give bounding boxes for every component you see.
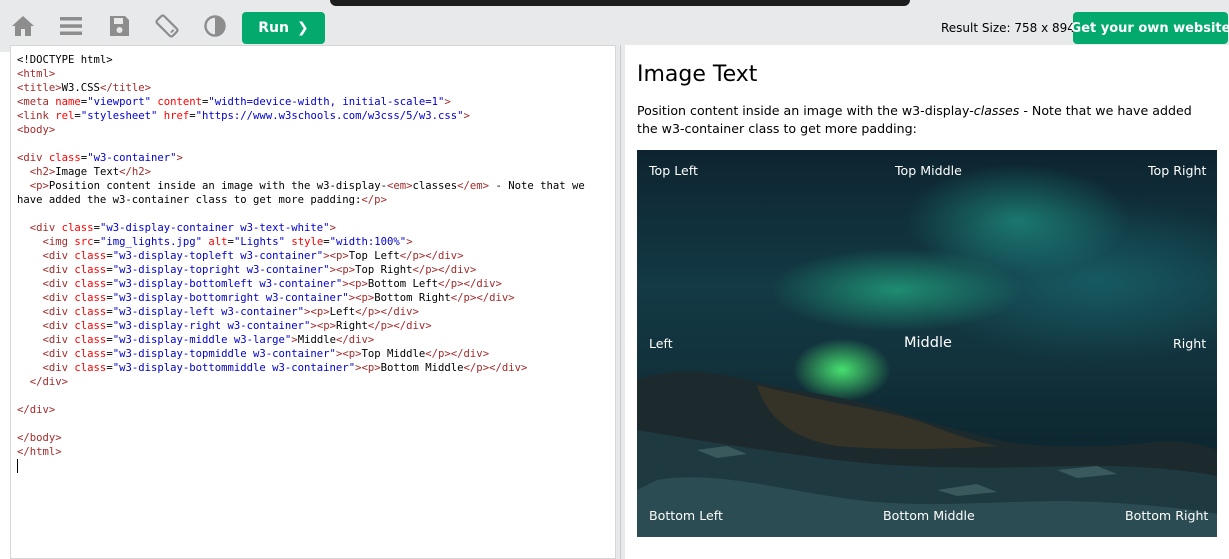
label-bottom-right: Bottom Right bbox=[1125, 508, 1209, 523]
code-editor[interactable]: <!DOCTYPE html> <html> <title>W3.CSS</titl… bbox=[10, 45, 616, 559]
code-line[interactable]: <p>Position content inside an image with… bbox=[17, 179, 585, 193]
code-line[interactable]: ​ bbox=[17, 417, 585, 431]
para-em: classes bbox=[973, 103, 1020, 118]
save-icon[interactable] bbox=[106, 13, 132, 39]
result-heading: Image Text bbox=[637, 62, 758, 87]
code-line[interactable]: <h2>Image Text</h2> bbox=[17, 165, 585, 179]
chevron-right-icon: ❯ bbox=[296, 20, 309, 36]
cursor-line[interactable] bbox=[17, 459, 585, 473]
code-line[interactable]: <div class="w3-display-right w3-containe… bbox=[17, 319, 585, 333]
code-line[interactable]: </body> bbox=[17, 431, 585, 445]
code-line[interactable]: <meta name="viewport" content="width=dev… bbox=[17, 95, 585, 109]
code-line[interactable]: <div class="w3-display-container w3-text… bbox=[17, 221, 585, 235]
code-line[interactable]: <title>W3.CSS</title> bbox=[17, 81, 585, 95]
label-middle: Middle bbox=[904, 335, 952, 351]
code-line[interactable]: <div class="w3-display-bottommiddle w3-c… bbox=[17, 361, 585, 375]
result-paragraph: Position content inside an image with th… bbox=[637, 102, 1212, 138]
code-line[interactable]: <img src="img_lights.jpg" alt="Lights" s… bbox=[17, 235, 585, 249]
code-line[interactable]: </div> bbox=[17, 375, 585, 389]
run-label: Run bbox=[258, 20, 289, 36]
text-caret bbox=[17, 459, 18, 473]
code-line[interactable]: <div class="w3-container"> bbox=[17, 151, 585, 165]
label-bottom-middle: Bottom Middle bbox=[883, 508, 975, 523]
code-line[interactable]: </div> bbox=[17, 403, 585, 417]
top-strip bbox=[330, 0, 910, 6]
code-line[interactable]: ​ bbox=[17, 207, 585, 221]
code-line[interactable]: <!DOCTYPE html> bbox=[17, 53, 585, 67]
label-top-middle: Top Middle bbox=[895, 163, 962, 178]
code-line[interactable]: ​ bbox=[17, 137, 585, 151]
home-icon[interactable] bbox=[10, 13, 36, 39]
result-pane: Image Text Position content inside an im… bbox=[625, 45, 1229, 559]
menu-icon[interactable] bbox=[58, 13, 84, 39]
get-your-own-website-button[interactable]: Get your own website bbox=[1071, 12, 1229, 44]
label-bottom-left: Bottom Left bbox=[649, 508, 723, 523]
code-line[interactable]: <div class="w3-display-bottomright w3-co… bbox=[17, 291, 585, 305]
code-line[interactable]: ​ bbox=[17, 389, 585, 403]
code-line[interactable]: <div class="w3-display-bottomleft w3-con… bbox=[17, 277, 585, 291]
code-line[interactable]: </html> bbox=[17, 445, 585, 459]
label-top-right: Top Right bbox=[1148, 163, 1207, 178]
label-right: Right bbox=[1173, 336, 1207, 351]
code-text[interactable]: <!DOCTYPE html> <html> <title>W3.CSS</titl… bbox=[17, 53, 585, 473]
result-size-label: Result Size: 758 x 894 bbox=[941, 21, 1075, 35]
splitter-line bbox=[620, 45, 621, 559]
para-text-1: Position content inside an image with th… bbox=[637, 103, 974, 118]
code-line[interactable]: <div class="w3-display-middle w3-large">… bbox=[17, 333, 585, 347]
code-line[interactable]: <html> bbox=[17, 67, 585, 81]
code-line[interactable]: have added the w3-container class to get… bbox=[17, 193, 585, 207]
lights-image: Top Left Top Middle Top Right Left Middl… bbox=[637, 150, 1217, 537]
code-line[interactable]: <div class="w3-display-topleft w3-contai… bbox=[17, 249, 585, 263]
code-line[interactable]: <div class="w3-display-topright w3-conta… bbox=[17, 263, 585, 277]
label-top-left: Top Left bbox=[649, 163, 698, 178]
code-line[interactable]: <body> bbox=[17, 123, 585, 137]
code-line[interactable]: <div class="w3-display-topmiddle w3-cont… bbox=[17, 347, 585, 361]
rotate-icon[interactable] bbox=[154, 13, 180, 39]
code-line[interactable]: <div class="w3-display-left w3-container… bbox=[17, 305, 585, 319]
pane-splitter[interactable] bbox=[616, 45, 625, 559]
contrast-icon[interactable] bbox=[202, 13, 228, 39]
run-button[interactable]: Run ❯ bbox=[242, 12, 325, 44]
code-line[interactable]: <link rel="stylesheet" href="https://www… bbox=[17, 109, 585, 123]
label-left: Left bbox=[649, 336, 673, 351]
